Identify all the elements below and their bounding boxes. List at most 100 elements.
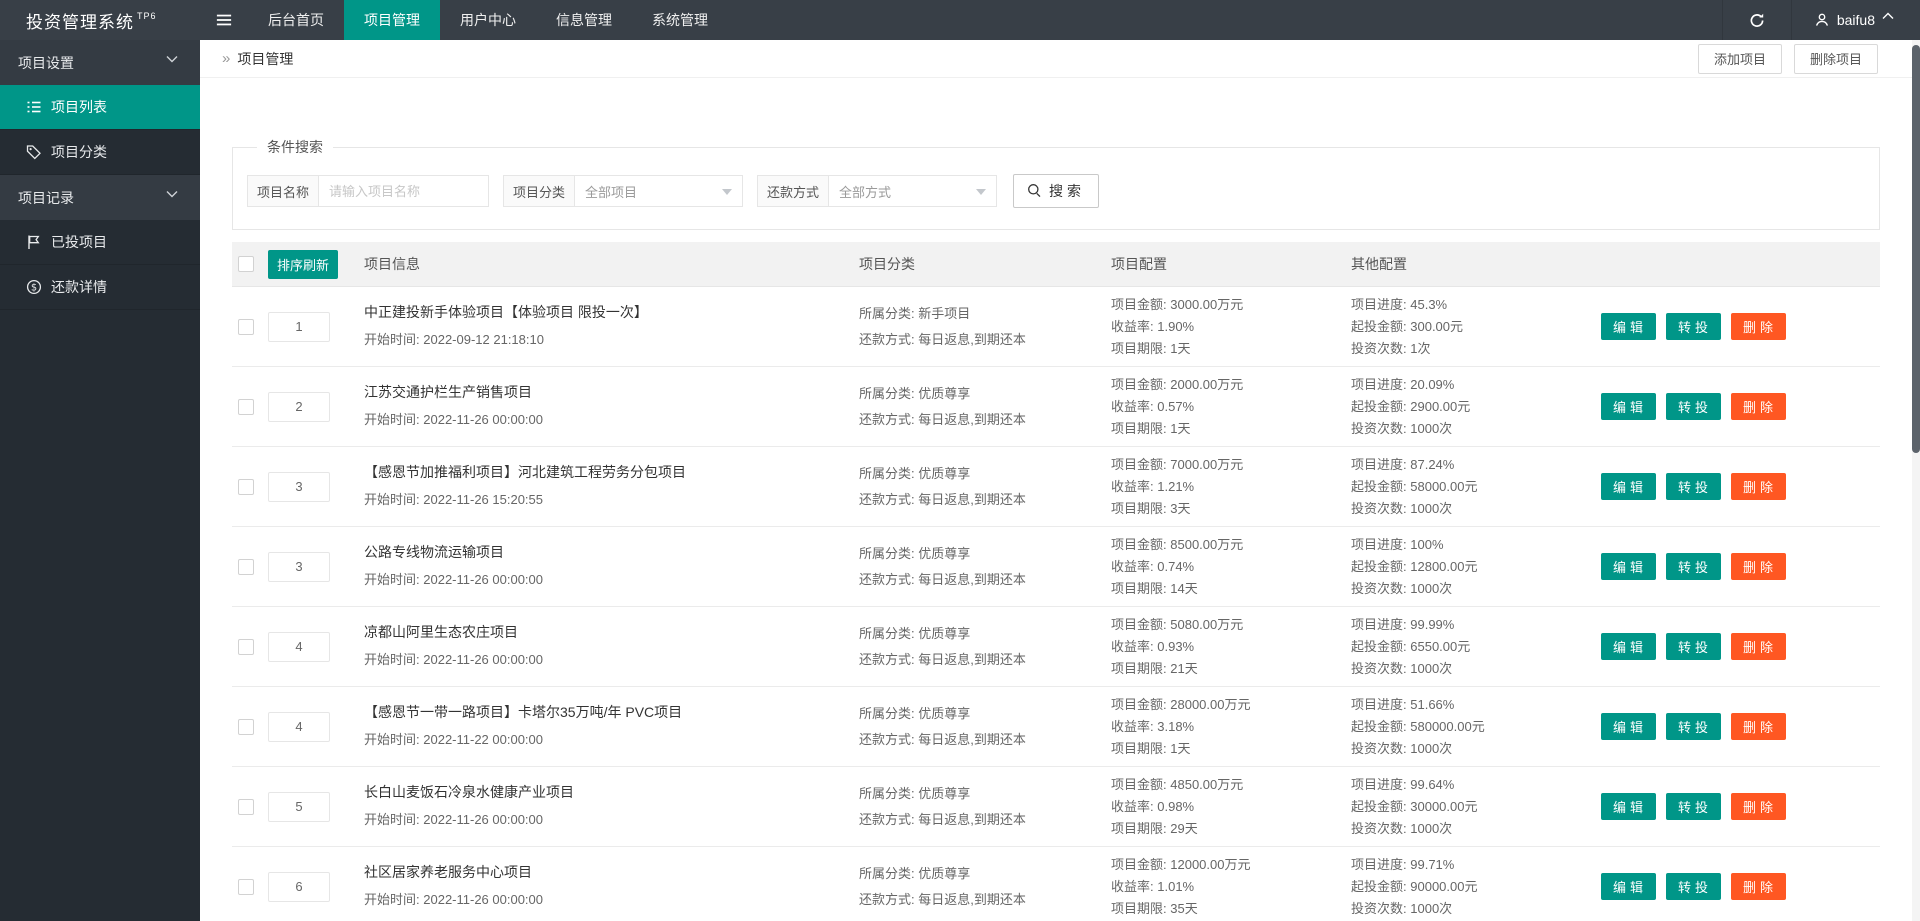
edit-button[interactable]: 编辑 <box>1601 873 1657 900</box>
sort-order-input[interactable] <box>268 391 330 422</box>
nav-tabs: 后台首页 项目管理 用户中心 信息管理 系统管理 <box>200 0 728 40</box>
refresh-button[interactable] <box>1721 0 1792 40</box>
edit-button[interactable]: 编辑 <box>1601 313 1657 340</box>
row-checkbox[interactable] <box>238 718 254 735</box>
sort-order-input[interactable] <box>268 791 330 822</box>
user-menu[interactable]: baifu8 <box>1792 0 1920 40</box>
project-name-input[interactable] <box>319 175 490 207</box>
category-value: 优质尊享 <box>918 785 971 801</box>
amount-label: 项目金额: <box>1111 616 1167 632</box>
row-checkbox[interactable] <box>238 558 254 575</box>
select-all-checkbox[interactable] <box>238 256 254 272</box>
category-value: 优质尊享 <box>918 705 971 721</box>
delete-button[interactable]: 删除 <box>1731 553 1787 580</box>
transfer-button[interactable]: 转投 <box>1666 473 1722 500</box>
start-time-label: 开始时间: <box>364 571 420 587</box>
table-row: 【感恩节一带一路项目】卡塔尔35万吨/年 PVC项目 开始时间: 2022-11… <box>232 687 1880 767</box>
row-checkbox[interactable] <box>238 318 254 335</box>
delete-button[interactable]: 删除 <box>1731 633 1787 660</box>
min-invest-label: 起投金额: <box>1351 718 1407 734</box>
repay-method-select[interactable]: 全部方式 <box>829 175 998 207</box>
invest-times-value: 1000次 <box>1410 500 1453 516</box>
min-invest-value: 6550.00元 <box>1410 638 1471 654</box>
sort-order-input[interactable] <box>268 551 330 582</box>
start-time-value: 2022-11-26 00:00:00 <box>423 411 543 427</box>
rate-value: 1.01% <box>1157 878 1195 894</box>
chevron-down-icon <box>166 190 182 206</box>
transfer-button[interactable]: 转投 <box>1666 313 1722 340</box>
transfer-button[interactable]: 转投 <box>1666 633 1722 660</box>
transfer-button[interactable]: 转投 <box>1666 793 1722 820</box>
sort-order-input[interactable] <box>268 711 330 742</box>
edit-button[interactable]: 编辑 <box>1601 793 1657 820</box>
sidebar-item-project-category[interactable]: 项目分类 <box>0 130 200 175</box>
transfer-button[interactable]: 转投 <box>1666 553 1722 580</box>
project-category-select[interactable]: 全部项目 <box>575 175 744 207</box>
amount-value: 2000.00万元 <box>1170 376 1244 392</box>
menu-toggle-button[interactable] <box>200 0 248 40</box>
sidebar-item-invested-projects[interactable]: 已投项目 <box>0 220 200 265</box>
sort-refresh-badge[interactable]: 排序刷新 <box>268 249 339 279</box>
delete-button[interactable]: 删除 <box>1731 873 1787 900</box>
sidebar-group-project-settings[interactable]: 项目设置 <box>0 40 200 85</box>
rate-label: 收益率: <box>1111 478 1154 494</box>
nav-tab-system[interactable]: 系统管理 <box>632 0 728 40</box>
repay-value: 每日返息,到期还本 <box>918 891 1026 907</box>
delete-button[interactable]: 删除 <box>1731 473 1787 500</box>
amount-label: 项目金额: <box>1111 456 1167 472</box>
edit-button[interactable]: 编辑 <box>1601 553 1657 580</box>
row-checkbox[interactable] <box>238 398 254 415</box>
breadcrumb: » 项目管理 添加项目 删除项目 <box>200 40 1920 78</box>
term-label: 项目期限: <box>1111 900 1167 916</box>
search-button-label: 搜索 <box>1049 183 1086 199</box>
edit-button[interactable]: 编辑 <box>1601 713 1657 740</box>
delete-button[interactable]: 删除 <box>1731 313 1787 340</box>
search-button[interactable]: 搜索 <box>1013 174 1100 208</box>
nav-tab-projects[interactable]: 项目管理 <box>344 0 440 40</box>
category-label: 所属分类: <box>859 545 915 561</box>
row-checkbox[interactable] <box>238 878 254 895</box>
repay-label: 还款方式: <box>859 891 915 907</box>
category-label: 所属分类: <box>859 305 915 321</box>
sidebar-item-repayment-details[interactable]: $ 还款详情 <box>0 265 200 310</box>
category-label: 所属分类: <box>859 465 915 481</box>
transfer-button[interactable]: 转投 <box>1666 873 1722 900</box>
start-time-label: 开始时间: <box>364 491 420 507</box>
transfer-button[interactable]: 转投 <box>1666 393 1722 420</box>
row-checkbox[interactable] <box>238 478 254 495</box>
sidebar: 项目设置 项目列表 项目分类 项目记录 已投项目 $ 还款详情 <box>0 40 200 921</box>
edit-button[interactable]: 编辑 <box>1601 633 1657 660</box>
nav-tab-dashboard[interactable]: 后台首页 <box>248 0 344 40</box>
edit-button[interactable]: 编辑 <box>1601 473 1657 500</box>
min-invest-value: 580000.00元 <box>1410 718 1485 734</box>
sort-order-input[interactable] <box>268 631 330 662</box>
delete-button[interactable]: 删除 <box>1731 713 1787 740</box>
row-checkbox[interactable] <box>238 638 254 655</box>
repay-value: 每日返息,到期还本 <box>918 731 1026 747</box>
edit-button[interactable]: 编辑 <box>1601 393 1657 420</box>
nav-tab-info[interactable]: 信息管理 <box>536 0 632 40</box>
term-label: 项目期限: <box>1111 340 1167 356</box>
repay-value: 每日返息,到期还本 <box>918 571 1026 587</box>
transfer-button[interactable]: 转投 <box>1666 713 1722 740</box>
sidebar-group-project-records[interactable]: 项目记录 <box>0 175 200 220</box>
amount-value: 4850.00万元 <box>1170 776 1244 792</box>
sort-order-input[interactable] <box>268 471 330 502</box>
table-header-row: 排序刷新 项目信息 项目分类 项目配置 其他配置 <box>232 242 1880 287</box>
delete-project-button[interactable]: 删除项目 <box>1793 43 1878 74</box>
sort-order-input[interactable] <box>268 311 330 342</box>
chevron-up-icon <box>1882 12 1898 28</box>
nav-tab-users[interactable]: 用户中心 <box>440 0 536 40</box>
min-invest-label: 起投金额: <box>1351 878 1407 894</box>
scrollbar-thumb[interactable] <box>1912 45 1920 453</box>
row-checkbox[interactable] <box>238 798 254 815</box>
sort-order-input[interactable] <box>268 871 330 902</box>
invest-times-value: 1000次 <box>1410 580 1453 596</box>
start-time-value: 2022-11-26 00:00:00 <box>423 651 543 667</box>
delete-button[interactable]: 删除 <box>1731 393 1787 420</box>
sidebar-item-project-list[interactable]: 项目列表 <box>0 85 200 130</box>
delete-button[interactable]: 删除 <box>1731 793 1787 820</box>
add-project-button[interactable]: 添加项目 <box>1697 43 1782 74</box>
repay-value: 每日返息,到期还本 <box>918 651 1026 667</box>
list-icon <box>26 99 42 115</box>
